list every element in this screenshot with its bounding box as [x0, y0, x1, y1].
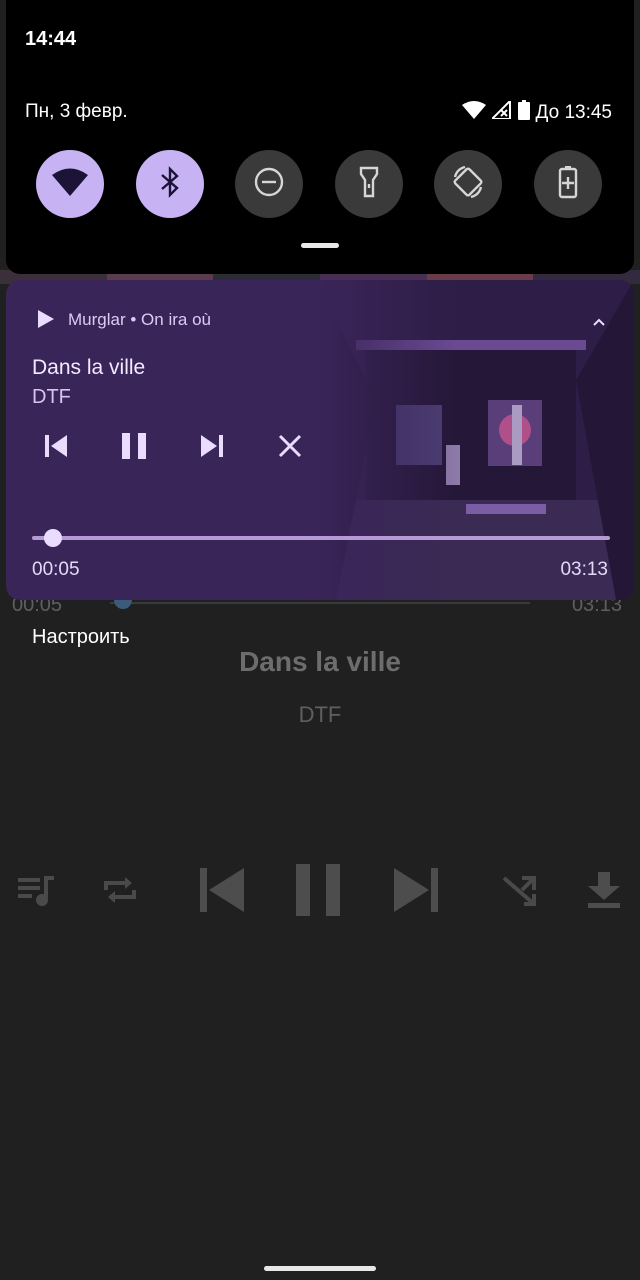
wifi-icon [52, 168, 88, 201]
download-icon[interactable] [586, 870, 622, 915]
pause-button[interactable] [114, 428, 154, 468]
track-title: Dans la ville [32, 356, 146, 379]
separator-dot: • [130, 310, 142, 329]
collapse-chevron-icon[interactable] [592, 314, 606, 332]
previous-button[interactable] [36, 428, 76, 468]
battery-saver-icon [558, 165, 578, 204]
bg-track-artist: DTF [298, 702, 342, 727]
battery-remaining-text: До 13:45 [535, 102, 612, 123]
status-clock: 14:44 [25, 28, 77, 50]
app-name: Murglar [68, 310, 126, 329]
date-label[interactable]: Пн, 3 февр. [25, 101, 128, 123]
album-name: On ira où [141, 310, 211, 329]
rotate-icon [451, 165, 485, 204]
total-time: 03:13 [560, 559, 608, 580]
seek-thumb[interactable] [44, 529, 63, 547]
wifi-status-icon [461, 101, 486, 125]
track-artist: DTF [32, 386, 71, 408]
battery-icon [517, 100, 530, 126]
flashlight-icon [359, 166, 379, 203]
seek-bar[interactable] [32, 536, 610, 540]
close-button[interactable] [270, 428, 310, 468]
quick-settings-panel [6, 0, 634, 274]
cellular-no-signal-icon [489, 98, 512, 125]
flashlight-tile[interactable] [335, 150, 403, 218]
album-art-fade [316, 280, 456, 600]
wifi-tile[interactable] [36, 150, 104, 218]
media-notification[interactable]: Murglar • On ira où Dans la ville DTF 00… [6, 280, 634, 600]
next-icon [200, 434, 224, 463]
notification-app-line: Murglar • On ira où [68, 310, 211, 330]
do-not-disturb-icon [253, 166, 285, 203]
previous-icon [44, 434, 68, 463]
bg-seek-bar[interactable] [110, 602, 530, 604]
shuffle-icon[interactable] [500, 870, 540, 915]
dnd-tile[interactable] [235, 150, 303, 218]
repeat-icon[interactable] [100, 870, 140, 915]
bluetooth-icon [159, 165, 181, 203]
bg-next-icon[interactable] [392, 866, 440, 919]
queue-icon[interactable] [16, 870, 56, 915]
shade-drag-handle[interactable] [301, 243, 339, 248]
bg-pause-icon[interactable] [296, 864, 342, 921]
elapsed-time: 00:05 [32, 559, 80, 580]
quick-settings-tiles [36, 150, 606, 218]
close-icon [278, 434, 302, 463]
battery-saver-tile[interactable] [534, 150, 602, 218]
bg-previous-icon[interactable] [198, 866, 246, 919]
play-indicator-icon [38, 310, 54, 333]
bg-track-title: Dans la ville [239, 646, 401, 677]
autorotate-tile[interactable] [434, 150, 502, 218]
bluetooth-tile[interactable] [136, 150, 204, 218]
next-button[interactable] [192, 428, 232, 468]
navigation-handle[interactable] [264, 1266, 376, 1271]
status-icons: До 13:45 [461, 98, 612, 126]
pause-icon [121, 432, 147, 464]
